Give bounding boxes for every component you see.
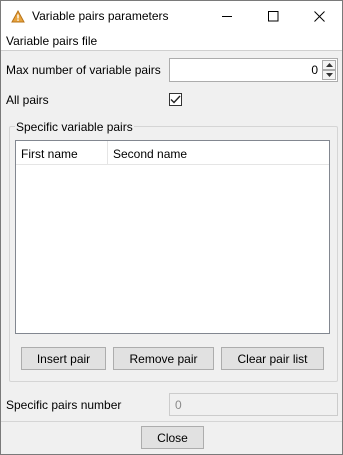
spin-down-button[interactable]: [322, 70, 336, 80]
maximize-button[interactable]: [250, 1, 296, 32]
checkmark-icon: [170, 95, 181, 104]
all-pairs-checkbox[interactable]: [169, 93, 182, 106]
close-button[interactable]: Close: [141, 426, 204, 449]
minimize-button[interactable]: [204, 1, 250, 32]
column-header-first-name[interactable]: First name: [16, 141, 108, 165]
remove-pair-button[interactable]: Remove pair: [113, 347, 214, 370]
dialog-window: Variable pairs parameters Variable pairs…: [0, 0, 343, 455]
title-bar[interactable]: Variable pairs parameters: [1, 1, 342, 32]
chevron-up-icon: [325, 63, 333, 67]
menu-variable-pairs-file[interactable]: Variable pairs file: [6, 34, 97, 48]
max-pairs-spinner[interactable]: 0: [169, 58, 338, 82]
spin-up-button[interactable]: [322, 60, 336, 70]
all-pairs-label: All pairs: [6, 93, 49, 107]
insert-pair-button[interactable]: Insert pair: [21, 347, 106, 370]
column-header-second-name[interactable]: Second name: [108, 141, 329, 165]
close-icon: [313, 11, 325, 22]
maximize-icon: [267, 11, 278, 22]
close-window-button[interactable]: [296, 1, 342, 32]
warning-triangle-icon: [11, 10, 25, 23]
specific-pairs-group-title: Specific variable pairs: [15, 120, 134, 134]
specific-pairs-number-label: Specific pairs number: [6, 398, 122, 412]
chevron-down-icon: [325, 73, 333, 77]
window-title: Variable pairs parameters: [32, 9, 169, 23]
specific-pairs-number-field: 0: [169, 393, 338, 416]
specific-pairs-number-value: 0: [175, 398, 182, 412]
max-pairs-value[interactable]: 0: [311, 63, 318, 77]
variable-pairs-table[interactable]: First name Second name: [15, 140, 330, 334]
clear-pair-list-button[interactable]: Clear pair list: [221, 347, 324, 370]
menu-bar: Variable pairs file: [1, 32, 342, 51]
max-pairs-label: Max number of variable pairs: [6, 63, 161, 77]
minimize-icon: [221, 16, 232, 17]
